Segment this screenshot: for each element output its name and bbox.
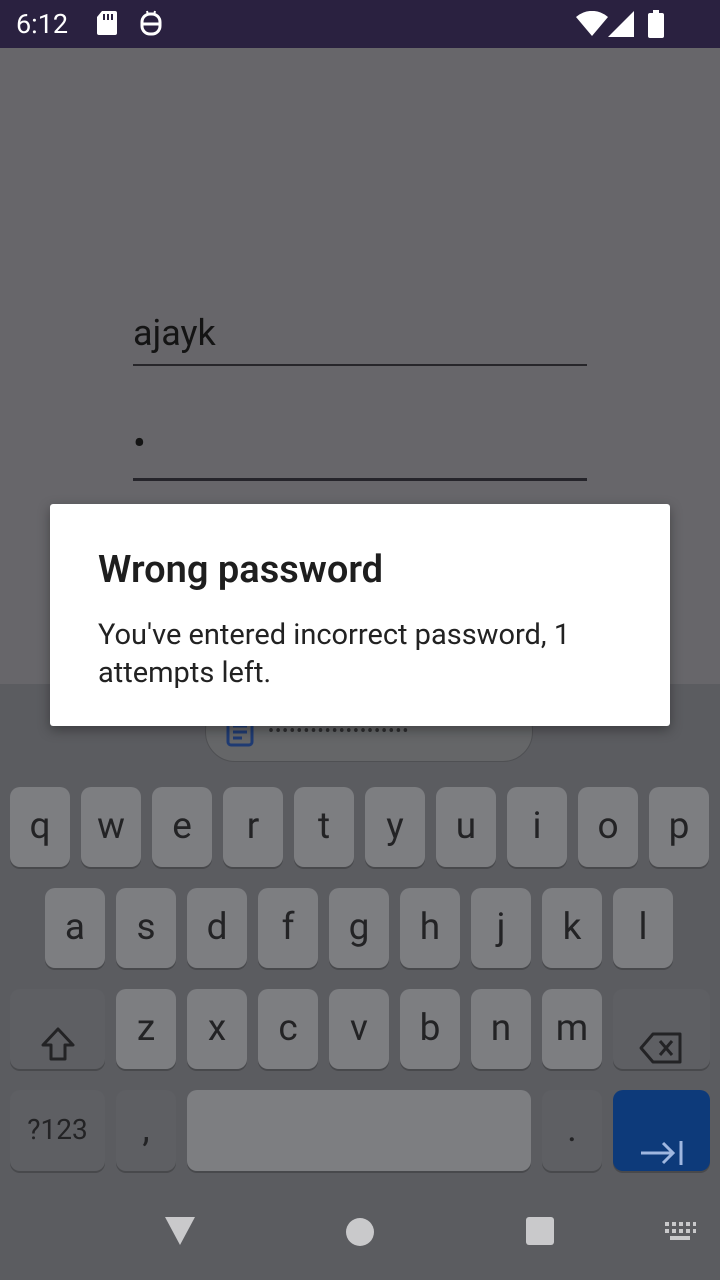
wifi-icon [576, 10, 608, 41]
key-m[interactable]: m [542, 989, 602, 1069]
key-q[interactable]: q [10, 787, 70, 867]
period-key[interactable]: . [542, 1090, 602, 1171]
key-t[interactable]: t [294, 787, 354, 867]
backspace-icon [639, 1013, 683, 1093]
wrong-password-dialog: Wrong password You've entered incorrect … [50, 504, 670, 726]
dialog-message: You've entered incorrect password, 1 att… [98, 618, 571, 690]
key-g[interactable]: g [329, 888, 389, 968]
sd-card-icon [96, 10, 118, 40]
key-n[interactable]: n [471, 989, 531, 1069]
home-icon[interactable] [345, 1217, 375, 1251]
battery-icon [648, 10, 664, 42]
recents-icon[interactable] [525, 1216, 555, 1250]
key-p[interactable]: p [649, 787, 709, 867]
key-w[interactable]: w [81, 787, 141, 867]
space-key[interactable] [187, 1090, 531, 1171]
key-c[interactable]: c [258, 989, 318, 1069]
key-f[interactable]: f [258, 888, 318, 968]
symbols-key[interactable]: ?123 [10, 1090, 105, 1171]
key-k[interactable]: k [542, 888, 602, 968]
dialog-title: Wrong password [98, 548, 384, 592]
status-bar: 6:12 [0, 0, 720, 48]
password-field[interactable]: • [133, 424, 587, 481]
comma-key[interactable]: , [116, 1090, 176, 1171]
key-a[interactable]: a [45, 888, 105, 968]
shift-key[interactable] [10, 989, 105, 1069]
key-y[interactable]: y [365, 787, 425, 867]
tab-next-icon [639, 1116, 685, 1196]
android-debug-icon [139, 10, 163, 42]
cell-signal-icon [608, 11, 634, 41]
key-i[interactable]: i [507, 787, 567, 867]
key-s[interactable]: s [116, 888, 176, 968]
key-z[interactable]: z [116, 989, 176, 1069]
key-d[interactable]: d [187, 888, 247, 968]
key-x[interactable]: x [187, 989, 247, 1069]
key-o[interactable]: o [578, 787, 638, 867]
keyboard-switch-icon[interactable] [664, 1221, 696, 1247]
back-icon[interactable] [163, 1215, 197, 1251]
key-e[interactable]: e [152, 787, 212, 867]
shift-arrow-icon [40, 1011, 76, 1091]
next-key[interactable] [613, 1090, 710, 1171]
backspace-key[interactable] [613, 989, 710, 1069]
key-l[interactable]: l [613, 888, 673, 968]
key-v[interactable]: v [329, 989, 389, 1069]
key-b[interactable]: b [400, 989, 460, 1069]
status-time: 6:12 [16, 8, 69, 40]
key-u[interactable]: u [436, 787, 496, 867]
username-field[interactable]: ajayk [133, 312, 587, 366]
key-j[interactable]: j [471, 888, 531, 968]
key-h[interactable]: h [400, 888, 460, 968]
key-r[interactable]: r [223, 787, 283, 867]
